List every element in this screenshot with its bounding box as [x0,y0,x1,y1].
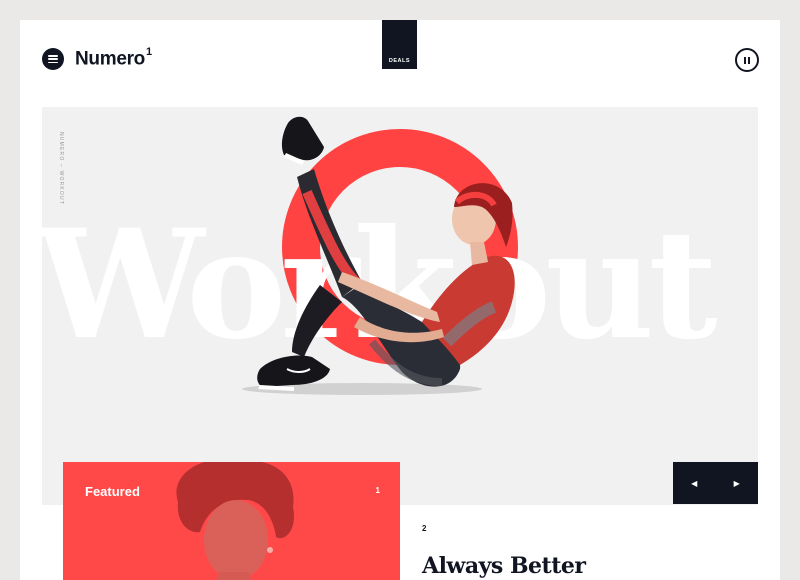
brand-superscript: 1 [146,46,152,58]
slider-nav: ◀ ▶ [673,462,758,504]
featured-card[interactable]: Featured 1 [63,462,400,580]
menu-button[interactable] [42,48,64,70]
athlete-image [242,116,515,395]
page: Numero1 DEALS NUMERO – WORKOUT Workout ◀… [20,20,780,580]
pause-icon [744,56,750,64]
arrow-right-icon[interactable]: ▶ [716,462,759,504]
hero-banner: NUMERO – WORKOUT Workout [42,107,758,505]
featured-index: 1 [375,486,380,495]
featured-title: Featured [85,484,140,499]
deals-label: DEALS [388,58,411,64]
second-card-title[interactable]: Always Better [422,553,586,579]
hamburger-menu-icon [48,55,58,63]
featured-portrait-image [176,462,294,580]
arrow-left-icon[interactable]: ◀ [673,462,716,504]
deals-tab[interactable]: DEALS [382,20,417,69]
brand-logo[interactable]: Numero1 [75,46,152,70]
second-card-index: 2 [422,524,427,533]
brand-name: Numero [75,48,145,70]
pause-button[interactable] [735,48,759,72]
